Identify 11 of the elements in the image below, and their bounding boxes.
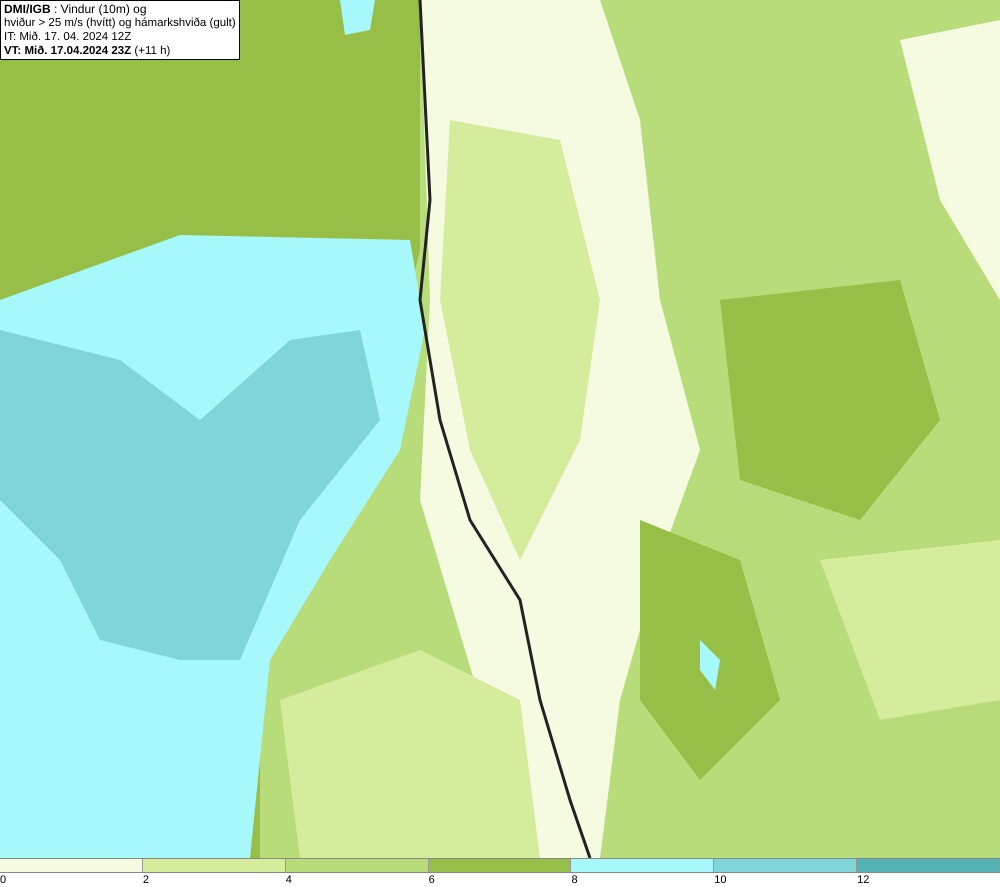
legend-label: 0	[0, 873, 6, 887]
legend-label: 4	[286, 873, 292, 887]
legend-label: 8	[571, 873, 578, 887]
info-text: DMI/IGB : Vindur (10m) og	[4, 2, 148, 16]
info-text: IT: Mið. 17. 04. 2024 12Z	[4, 30, 132, 44]
legend-label: 12	[857, 873, 870, 887]
legend-label: 2	[142, 873, 149, 887]
info-text: VT: Mið. 17.04.2024 23Z (+11 h)	[4, 44, 172, 58]
info-text: hviður > 25 m/s (hvítt) og hámarkshviða (gult)	[4, 16, 236, 30]
legend-label: 6	[428, 873, 435, 887]
legend-label: 10	[714, 873, 727, 887]
